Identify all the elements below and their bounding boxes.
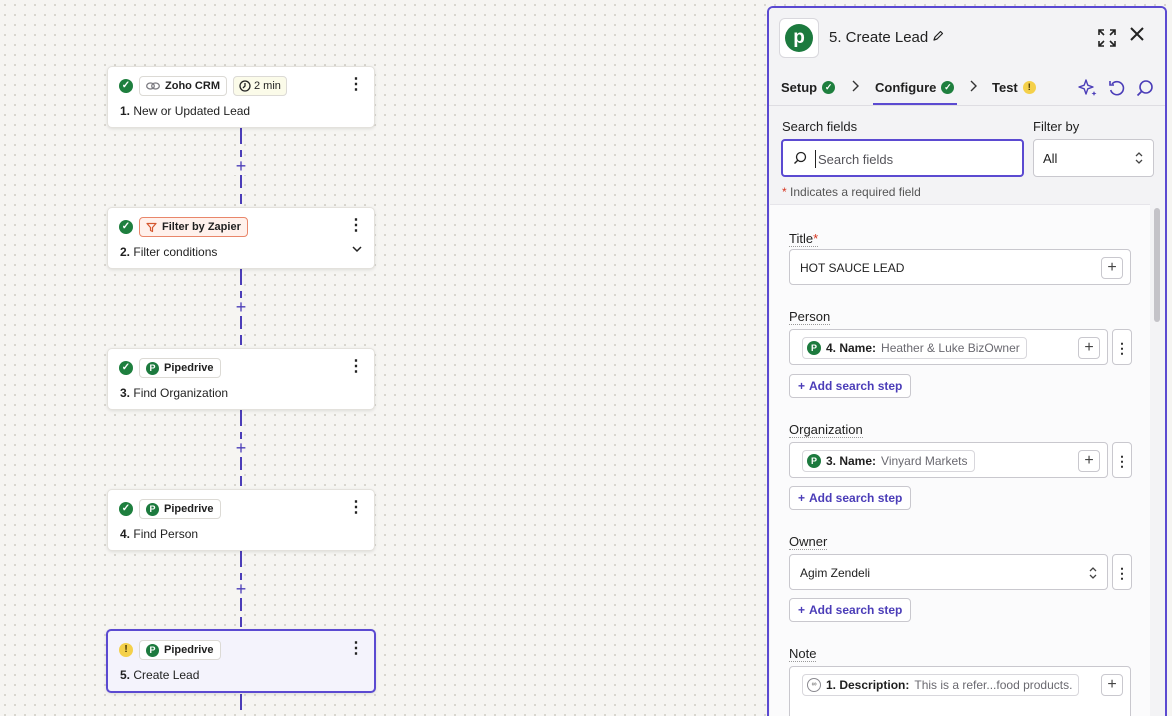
app-chip-zoho: Zoho CRM [139, 76, 227, 96]
step-card-1[interactable]: ✓ Zoho CRM 2 min ⋮ 1. New or Updated Lea… [107, 66, 375, 128]
pipedrive-app-logo: p [779, 18, 819, 58]
step-menu-button[interactable]: ⋮ [348, 76, 364, 94]
select-arrows-icon [1088, 566, 1098, 580]
warning-icon: ! [1022, 81, 1036, 94]
clock-icon [239, 80, 251, 92]
add-step-button[interactable]: + [232, 157, 250, 175]
active-tab-indicator [873, 103, 957, 105]
insert-data-button[interactable]: + [1078, 450, 1100, 472]
select-arrows-icon [1134, 151, 1144, 165]
search-fields-input[interactable] [815, 150, 1010, 168]
note-field[interactable]: ∞ 1. Description: This is a refer...food… [789, 666, 1131, 716]
expand-icon[interactable] [1097, 28, 1117, 48]
success-check-icon: ✓ [119, 79, 133, 93]
search-fields-label: Search fields [782, 119, 858, 134]
tab-test[interactable]: Test ! [992, 80, 1036, 95]
app-chip-filter: Filter by Zapier [139, 217, 248, 237]
add-step-button[interactable]: + [232, 298, 250, 316]
step-title: 2. Filter conditions [120, 245, 218, 259]
close-icon[interactable] [1129, 26, 1145, 46]
panel-title: 5. Create Lead [829, 29, 929, 46]
filter-by-value: All [1043, 151, 1058, 166]
pipedrive-logo-icon: p [785, 24, 813, 52]
undo-icon[interactable] [1107, 78, 1127, 98]
mapped-value-pill: P 3. Name: Vinyard Markets [802, 450, 975, 472]
step-menu-button[interactable]: ⋮ [348, 640, 364, 658]
mapped-value-pill: ∞ 1. Description: This is a refer...food… [802, 674, 1080, 696]
chevron-right-icon [969, 80, 977, 95]
form-scrollbar[interactable] [1152, 204, 1162, 716]
add-search-step-button[interactable]: + Add search step [789, 598, 912, 622]
add-search-step-button[interactable]: + Add search step [789, 374, 912, 398]
person-field-label: Person [789, 309, 831, 325]
panel-header: p 5. Create Lead [769, 8, 1165, 68]
filter-by-select[interactable]: All [1033, 139, 1154, 177]
connector-line [240, 694, 242, 716]
filter-icon [146, 222, 157, 232]
step-editor-panel: p 5. Create Lead Setup ✓ Configure ✓ Tes… [767, 6, 1167, 716]
step-title: 3. Find Organization [120, 386, 229, 400]
step-title: 1. New or Updated Lead [120, 104, 251, 118]
search-icon [793, 151, 807, 165]
success-check-icon: ✓ [119, 361, 133, 375]
app-chip-pipedrive: P Pipedrive [139, 640, 221, 660]
title-field[interactable]: HOT SAUCE LEAD + [789, 249, 1131, 285]
zoho-link-icon [146, 82, 160, 90]
insert-data-button[interactable]: + [1078, 337, 1100, 359]
scrollbar-thumb[interactable] [1154, 208, 1160, 322]
step-menu-button[interactable]: ⋮ [348, 499, 364, 517]
step-title: 4. Find Person [120, 527, 199, 541]
pipedrive-logo-icon: P [146, 643, 159, 657]
organization-field-label: Organization [789, 422, 863, 438]
app-chip-pipedrive: P Pipedrive [139, 358, 221, 378]
step-card-4[interactable]: ✓ P Pipedrive ⋮ 4. Find Person [107, 489, 375, 551]
pipedrive-logo-icon: P [146, 361, 159, 375]
search-icon[interactable] [1135, 78, 1155, 98]
success-check-icon: ✓ [119, 220, 133, 234]
chevron-down-icon[interactable] [352, 244, 362, 256]
step-title: 5. Create Lead [120, 668, 200, 682]
person-field[interactable]: P 4. Name: Heather & Luke BizOwner + [789, 329, 1108, 365]
step-card-3[interactable]: ✓ P Pipedrive ⋮ 3. Find Organization [107, 348, 375, 410]
app-chip-pipedrive: P Pipedrive [139, 499, 221, 519]
owner-select[interactable]: Agim Zendeli [789, 554, 1108, 590]
title-field-label: Title* [789, 231, 819, 247]
add-search-step-button[interactable]: + Add search step [789, 486, 912, 510]
step-menu-button[interactable]: ⋮ [348, 358, 364, 376]
add-step-button[interactable]: + [232, 439, 250, 457]
step-card-2[interactable]: ✓ Filter by Zapier ⋮ 2. Filter condition… [107, 207, 375, 269]
ai-sparkle-icon[interactable] [1078, 78, 1098, 98]
insert-data-button[interactable]: + [1101, 674, 1123, 696]
insert-data-button[interactable]: + [1101, 257, 1123, 279]
pencil-icon[interactable] [932, 30, 944, 45]
step-tabs: Setup ✓ Configure ✓ Test ! [769, 68, 1165, 106]
success-check-icon: ✓ [822, 81, 836, 94]
pipedrive-logo-icon: P [807, 341, 821, 355]
success-check-icon: ✓ [119, 502, 133, 516]
success-check-icon: ✓ [941, 81, 955, 94]
form-fields-area: Title* HOT SAUCE LEAD + Person P 4. Name… [770, 204, 1150, 716]
warning-icon: ! [119, 643, 133, 657]
tab-setup[interactable]: Setup ✓ [781, 80, 836, 95]
mapped-value-pill: P 4. Name: Heather & Luke BizOwner [802, 337, 1027, 359]
chevron-right-icon [851, 80, 859, 95]
step-card-5[interactable]: ! P Pipedrive ⋮ 5. Create Lead [106, 629, 376, 693]
search-fields-box[interactable] [781, 139, 1024, 177]
note-field-label: Note [789, 646, 817, 662]
organization-field[interactable]: P 3. Name: Vinyard Markets + [789, 442, 1108, 478]
pipedrive-logo-icon: P [146, 502, 159, 516]
pipedrive-logo-icon: P [807, 454, 821, 468]
field-options-button[interactable]: ⋮ [1112, 442, 1132, 478]
zoho-link-icon: ∞ [807, 678, 821, 692]
tab-configure[interactable]: Configure ✓ [875, 80, 955, 95]
schedule-chip: 2 min [232, 76, 287, 96]
required-field-note: * Indicates a required field [782, 185, 921, 199]
field-options-button[interactable]: ⋮ [1112, 329, 1132, 365]
field-options-button[interactable]: ⋮ [1112, 554, 1132, 590]
step-menu-button[interactable]: ⋮ [348, 217, 364, 235]
filter-by-label: Filter by [1033, 119, 1080, 134]
add-step-button[interactable]: + [232, 580, 250, 598]
owner-field-label: Owner [789, 534, 828, 550]
